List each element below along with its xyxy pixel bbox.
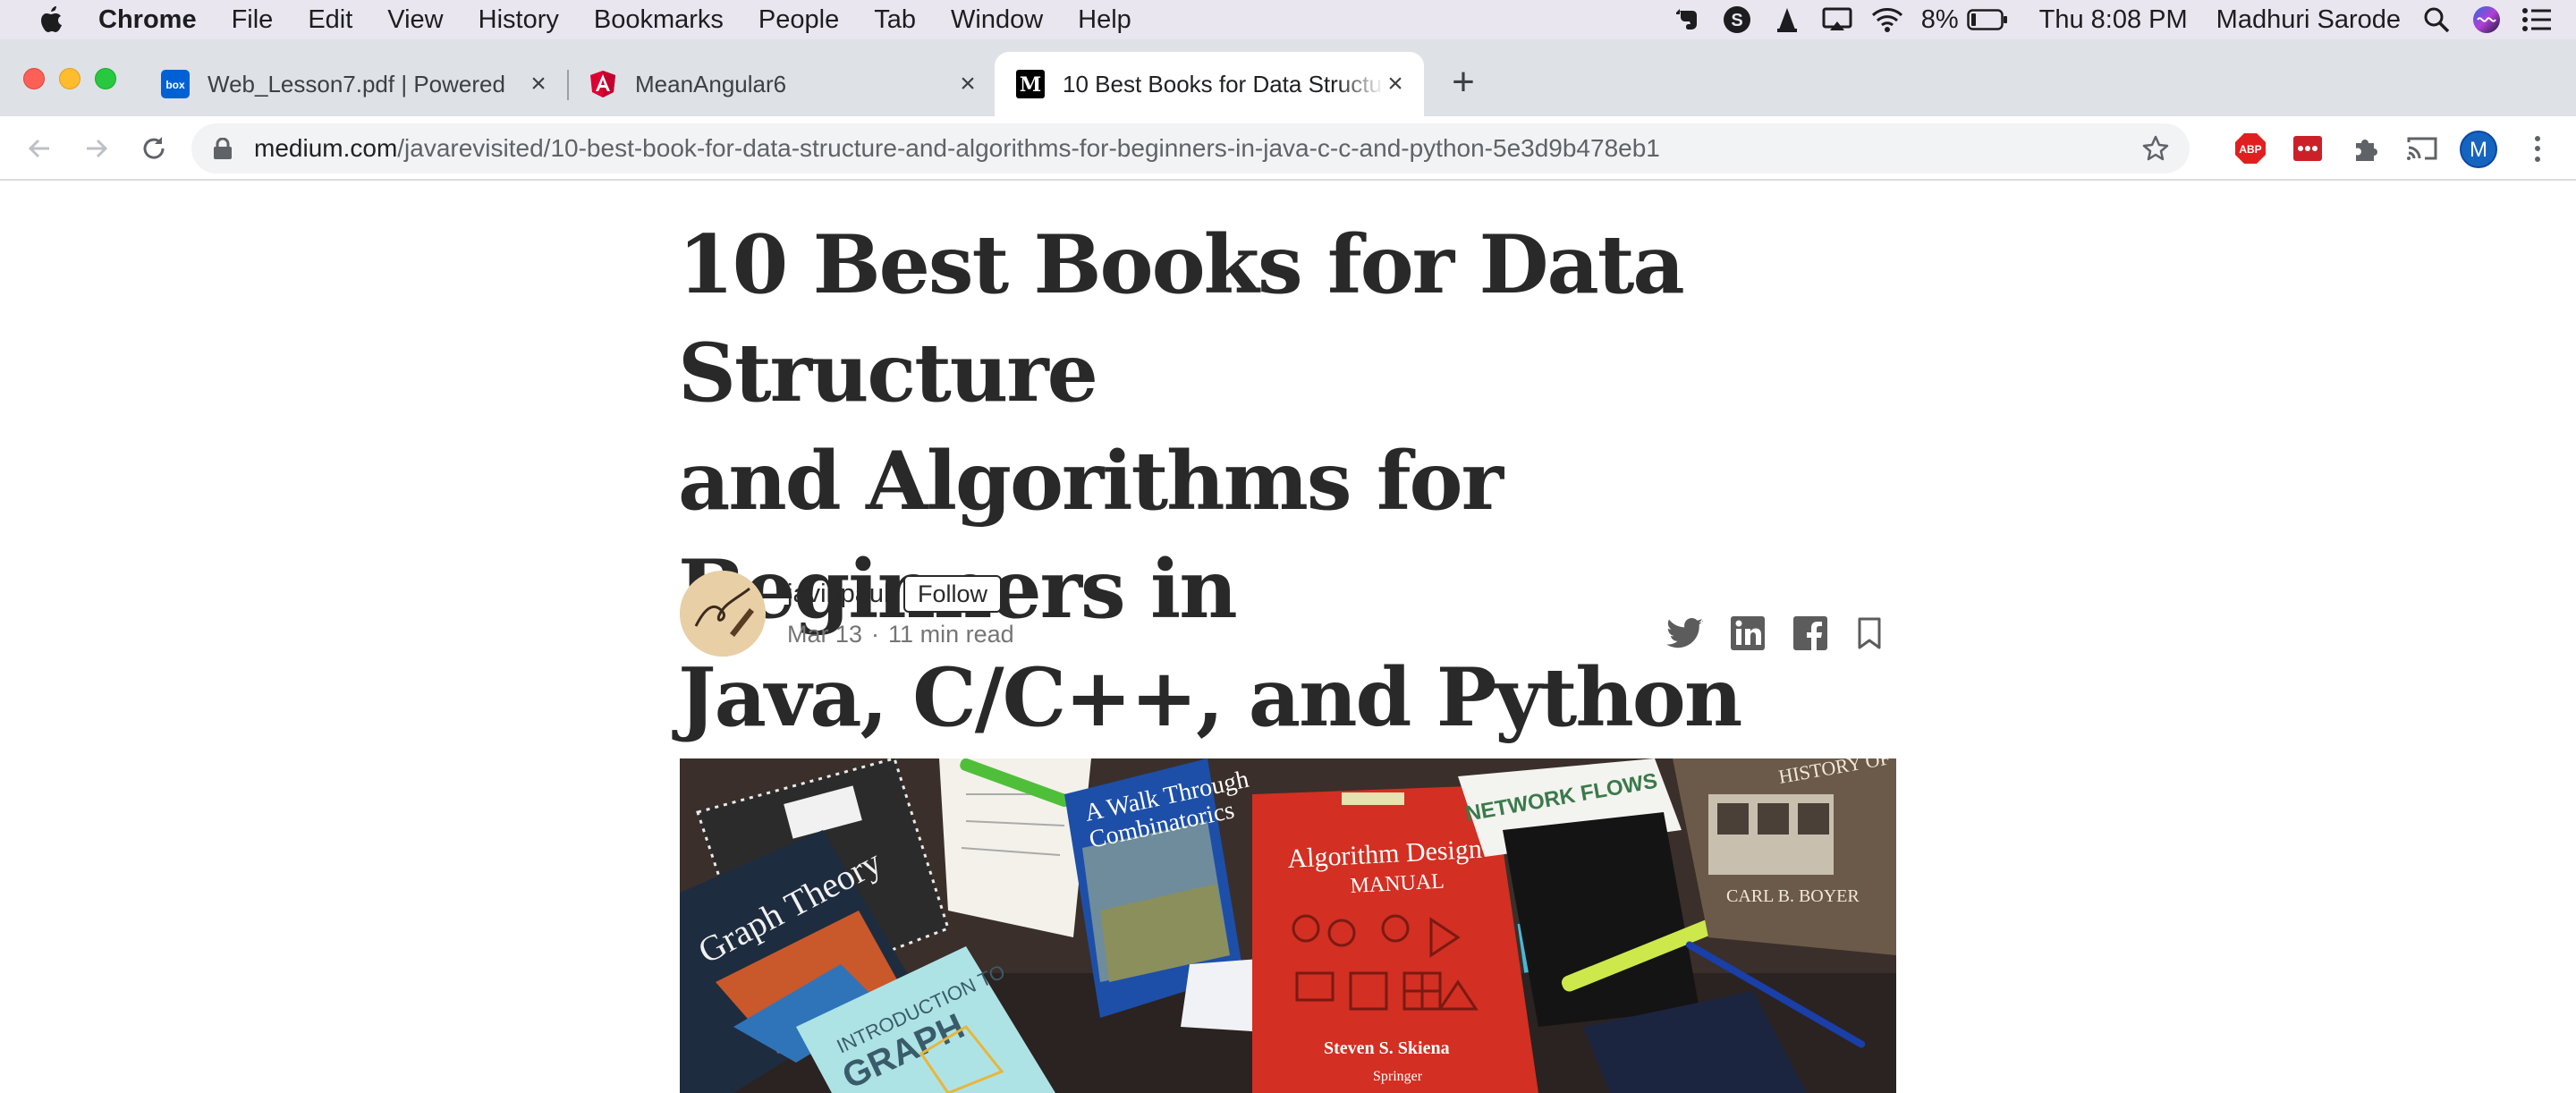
back-button[interactable] <box>20 129 59 168</box>
read-time: 11 min read <box>888 621 1014 648</box>
menu-file[interactable]: File <box>232 0 274 39</box>
linkedin-icon[interactable] <box>1728 614 1767 653</box>
bookmark-icon[interactable] <box>1850 614 1889 653</box>
angular-icon <box>590 71 615 97</box>
menu-app-name[interactable]: Chrome <box>98 0 197 39</box>
window-minimize-button[interactable] <box>59 68 80 89</box>
lock-icon[interactable] <box>213 138 233 159</box>
follow-button[interactable]: Follow <box>903 575 1003 613</box>
tab-10-best-books[interactable]: M 10 Best Books for Data Structure × <box>995 52 1424 116</box>
tab-close-icon[interactable]: × <box>955 71 980 97</box>
control-center-icon[interactable] <box>2521 4 2553 36</box>
tab-separator <box>567 70 569 100</box>
reload-icon <box>143 137 165 159</box>
tab-strip: box Web_Lesson7.pdf | Powered by Box × M… <box>0 39 2576 116</box>
meta-separator: · <box>871 621 880 648</box>
tab-web-lesson7[interactable]: box Web_Lesson7.pdf | Powered by Box × <box>152 52 553 116</box>
tab-title: MeanAngular6 <box>635 70 787 97</box>
menu-people[interactable]: People <box>758 0 839 39</box>
svg-text:MANUAL: MANUAL <box>1350 870 1445 898</box>
tab-close-icon[interactable]: × <box>1383 71 1408 97</box>
tab-close-icon[interactable]: × <box>526 71 551 97</box>
siri-icon[interactable] <box>2470 4 2503 36</box>
history-of-mathematics-book: HISTORY OF CARL B. BOYER <box>1673 758 1896 955</box>
arrow-left-icon <box>28 139 49 158</box>
url-text[interactable]: medium.com/javarevisited/10-best-book-fo… <box>254 123 1660 174</box>
macos-menu-bar: Chrome File Edit View History Bookmarks … <box>0 0 2576 39</box>
tab-title: 10 Best Books for Data Structure <box>1063 70 1385 97</box>
bookmark-star-icon[interactable] <box>2141 134 2170 163</box>
box-icon: box <box>161 70 190 98</box>
wifi-icon[interactable] <box>1871 4 1903 36</box>
extensions-puzzle-icon[interactable] <box>2347 131 2383 166</box>
profile-avatar[interactable]: M <box>2460 131 2497 168</box>
evernote-icon[interactable] <box>1671 4 1703 36</box>
svg-text:S: S <box>1731 11 1742 30</box>
menu-help[interactable]: Help <box>1078 0 1131 39</box>
reload-button[interactable] <box>134 129 174 168</box>
battery-icon[interactable] <box>1966 4 2009 36</box>
article-title: 10 Best Books for Data Structure and Alg… <box>678 211 1930 752</box>
forward-button[interactable] <box>77 129 116 168</box>
svg-text:ABP: ABP <box>2239 143 2261 156</box>
browser-toolbar: medium.com/javarevisited/10-best-book-fo… <box>0 116 2576 181</box>
svg-text:Springer: Springer <box>1373 1069 1423 1084</box>
menu-view[interactable]: View <box>387 0 443 39</box>
url-path: /javarevisited/10-best-book-for-data-str… <box>397 134 1660 162</box>
svg-text:Steven S. Skiena: Steven S. Skiena <box>1324 1038 1450 1058</box>
tab-title: Web_Lesson7.pdf | Powered by Box <box>208 70 512 97</box>
battery-percent: 8% <box>1920 5 1959 34</box>
author-name[interactable]: javinpaul <box>787 580 889 609</box>
vlc-icon[interactable] <box>1771 4 1803 36</box>
arrow-right-icon <box>87 139 108 158</box>
apple-logo-icon[interactable] <box>38 4 63 35</box>
article-meta: Mar 13 · 11 min read <box>787 621 1014 648</box>
facebook-icon[interactable] <box>1791 614 1830 653</box>
menu-bookmarks[interactable]: Bookmarks <box>594 0 724 39</box>
medium-icon: M <box>1016 70 1045 98</box>
twitter-icon[interactable] <box>1665 614 1705 653</box>
hero-image: Graph Theory INTRODUCTION TO GRAPH A Wal… <box>680 758 1896 1093</box>
menu-tab[interactable]: Tab <box>874 0 916 39</box>
svg-text:box: box <box>165 79 185 91</box>
tab-meanangular6[interactable]: MeanAngular6 × <box>580 52 982 116</box>
lastpass-icon[interactable] <box>2290 131 2326 166</box>
menu-history[interactable]: History <box>479 0 559 39</box>
window-close-button[interactable] <box>23 68 45 89</box>
adblock-icon[interactable]: ABP <box>2233 131 2268 166</box>
url-host: medium.com <box>254 134 398 162</box>
author-avatar[interactable] <box>680 571 766 657</box>
menu-window[interactable]: Window <box>951 0 1043 39</box>
svg-text:M: M <box>1020 73 1041 97</box>
address-bar[interactable]: medium.com/javarevisited/10-best-book-fo… <box>191 123 2190 174</box>
skype-icon[interactable]: S <box>1721 4 1753 36</box>
cast-icon[interactable] <box>2404 131 2440 166</box>
chrome-menu-button[interactable] <box>2524 131 2551 166</box>
clock[interactable]: Thu 8:08 PM <box>2039 0 2188 39</box>
window-zoom-button[interactable] <box>95 68 116 89</box>
publish-date: Mar 13 <box>787 621 863 648</box>
books-photo: Graph Theory INTRODUCTION TO GRAPH A Wal… <box>680 758 1896 1093</box>
search-icon[interactable] <box>2420 4 2453 36</box>
article-title-line: Java, C/C++, and Python <box>678 650 1742 745</box>
airplay-icon[interactable] <box>1821 4 1853 36</box>
article-title-line: and Algorithms for Beginners in <box>678 434 1504 637</box>
svg-text:CARL B. BOYER: CARL B. BOYER <box>1726 886 1860 906</box>
new-tab-button[interactable]: + <box>1445 63 1481 102</box>
menu-edit[interactable]: Edit <box>308 0 352 39</box>
article-title-line: 10 Best Books for Data Structure <box>678 217 1685 420</box>
user-name[interactable]: Madhuri Sarode <box>2216 0 2401 39</box>
